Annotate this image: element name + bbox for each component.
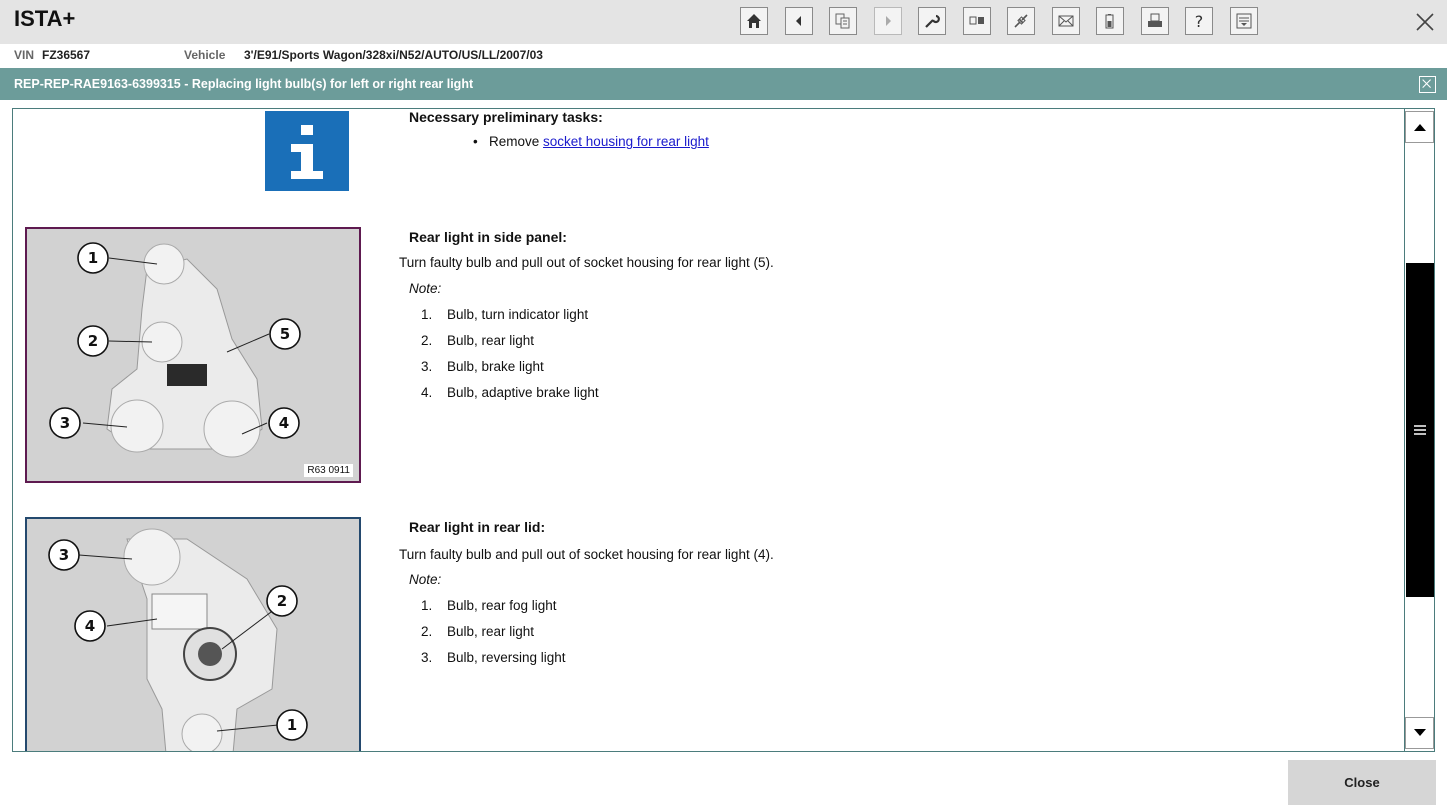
prelim-heading: Necessary preliminary tasks:: [409, 109, 603, 125]
vin-value: FZ36567: [42, 48, 91, 62]
rear-light-side-panel-figure: 1 2 3 4 5 R63 0911: [25, 227, 361, 483]
main-toolbar: ?: [740, 7, 1274, 37]
battery-button[interactable]: [1096, 7, 1124, 35]
compare-icon: [969, 16, 984, 25]
scroll-down-button[interactable]: [1405, 717, 1434, 749]
list-item: 1. Bulb, turn indicator light: [421, 307, 589, 322]
arrow-up-icon: [1413, 124, 1426, 131]
app-close-button[interactable]: [1413, 10, 1437, 34]
rear-light-rear-lid-figure: 3 4 2 1: [25, 517, 361, 751]
documents-button[interactable]: [829, 7, 857, 35]
scroll-up-button[interactable]: [1405, 111, 1434, 143]
list-item: 2. Bulb, rear light: [421, 624, 535, 639]
close-button[interactable]: Close: [1288, 760, 1436, 805]
section2-note-label: Note:: [409, 572, 442, 587]
callout-1: 1: [88, 249, 98, 267]
help-icon: ?: [1195, 12, 1204, 31]
document-content: Necessary preliminary tasks: • Remove so…: [12, 108, 1404, 752]
list-item: 4. Bulb, adaptive brake light: [421, 385, 599, 400]
mail-icon: [1058, 15, 1073, 27]
document-header: REP-REP-RAE9163-6399315 - Replacing ligh…: [0, 68, 1447, 100]
callout-4: 4: [85, 617, 95, 635]
callout-2: 2: [88, 332, 98, 350]
callout-3: 3: [59, 546, 69, 564]
prelim-prefix: Remove: [488, 134, 540, 149]
connection-button[interactable]: [1007, 7, 1035, 35]
top-bar: ISTA+ ?: [0, 0, 1447, 44]
service-button[interactable]: [918, 7, 946, 35]
bullet: •: [473, 134, 489, 149]
print-icon: [1147, 13, 1162, 27]
vehicle-value: 3'/E91/Sports Wagon/328xi/N52/AUTO/US/LL…: [244, 48, 543, 62]
callout-2: 2: [277, 592, 287, 610]
socket-housing-link[interactable]: socket housing for rear light: [543, 134, 709, 149]
section2-text: Turn faulty bulb and pull out of socket …: [399, 547, 774, 562]
list-item: 2. Bulb, rear light: [421, 333, 535, 348]
scroll-thumb[interactable]: [1406, 263, 1434, 597]
callout-1: 1: [287, 716, 297, 734]
messages-button[interactable]: [1051, 7, 1080, 35]
section1-heading: Rear light in side panel:: [409, 229, 567, 245]
help-button[interactable]: ?: [1185, 7, 1213, 35]
info-icon: [265, 111, 349, 191]
list-item: 3. Bulb, reversing light: [421, 650, 566, 665]
home-button[interactable]: [740, 7, 768, 35]
wrench-icon: [925, 14, 940, 28]
vin-label: VIN: [14, 48, 35, 62]
document-close-button[interactable]: [1419, 76, 1436, 93]
list-icon: [1236, 13, 1251, 29]
section2-heading: Rear light in rear lid:: [409, 519, 546, 535]
back-button[interactable]: [784, 7, 813, 35]
side-panel-diagram: 1 2 3 4 5: [27, 229, 359, 481]
section1-text: Turn faulty bulb and pull out of socket …: [399, 255, 774, 270]
document-title: REP-REP-RAE9163-6399315 - Replacing ligh…: [14, 77, 474, 91]
close-icon: [1422, 79, 1431, 88]
vehicle-info-row: VIN FZ36567 Vehicle 3'/E91/Sports Wagon/…: [0, 44, 1447, 66]
close-icon: [1416, 13, 1434, 31]
list-item: 1. Bulb, rear fog light: [421, 598, 557, 613]
forward-icon: [885, 16, 891, 26]
home-icon: [747, 14, 761, 28]
rear-lid-diagram: 3 4 2 1: [27, 519, 359, 751]
svg-text:?: ?: [1195, 12, 1204, 31]
document-icon: [835, 13, 850, 29]
vehicle-label: Vehicle: [184, 48, 226, 62]
content-scrollbar[interactable]: [1404, 108, 1435, 752]
grip-icon: [1414, 425, 1426, 435]
compare-button[interactable]: [962, 7, 991, 35]
back-icon: [795, 16, 801, 26]
forward-button[interactable]: [873, 7, 902, 35]
print-button[interactable]: [1140, 7, 1169, 35]
callout-4: 4: [279, 414, 289, 432]
app-title: ISTA+: [14, 6, 76, 31]
list-button[interactable]: [1229, 7, 1258, 35]
callout-3: 3: [60, 414, 70, 432]
section1-note-label: Note:: [409, 281, 442, 296]
prelim-item: • Remove socket housing for rear light: [473, 134, 709, 149]
battery-icon: [1105, 14, 1114, 29]
list-item: 3. Bulb, brake light: [421, 359, 544, 374]
figure-code: R63 0911: [304, 464, 353, 477]
callout-5: 5: [280, 325, 290, 343]
connector-icon: [1014, 14, 1028, 28]
arrow-down-icon: [1413, 729, 1426, 736]
